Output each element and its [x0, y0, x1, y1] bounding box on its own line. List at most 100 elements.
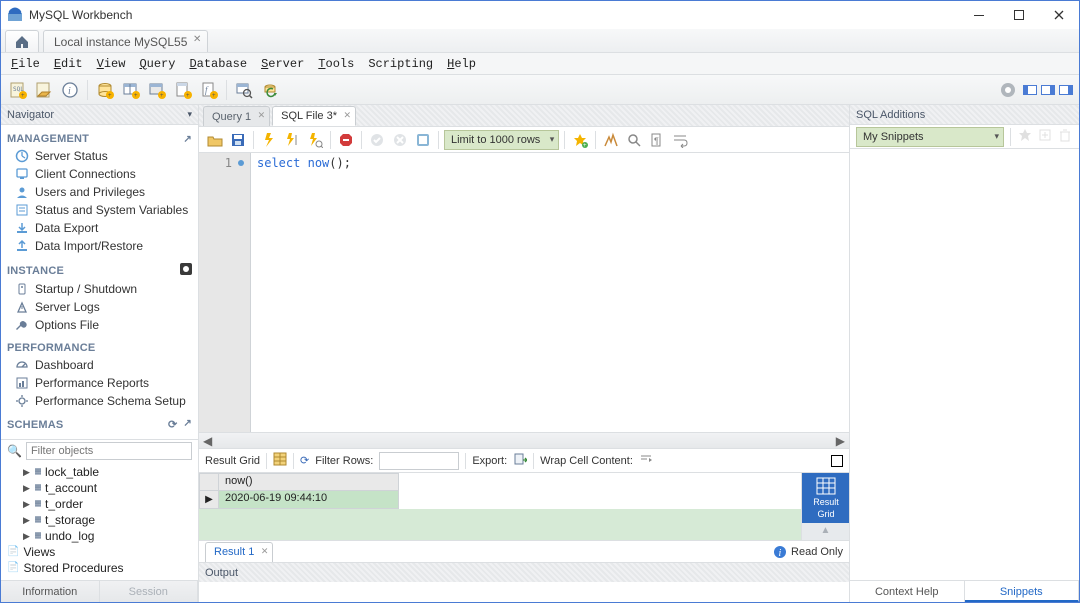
expand-icon[interactable]: ↗: [183, 134, 192, 145]
query-autocommit-button[interactable]: [413, 130, 433, 150]
toolbar-open-sql-button[interactable]: [33, 79, 55, 101]
grid-column-header[interactable]: now(): [219, 473, 399, 491]
scroll-left-icon[interactable]: ◀: [203, 434, 212, 448]
toolbar-toggle-left-panel[interactable]: [1023, 85, 1037, 95]
navigator-tab-session[interactable]: Session: [100, 581, 199, 602]
editor-tab-sqlfile3-close-icon[interactable]: ✕: [343, 110, 351, 121]
query-execute-cursor-button[interactable]: [282, 130, 302, 150]
menu-help[interactable]: Help: [447, 57, 476, 71]
query-commit-button[interactable]: [367, 130, 387, 150]
filter-rows-input[interactable]: [379, 452, 459, 470]
nav-client-connections[interactable]: Client Connections: [7, 165, 192, 183]
toolbar-create-procedure-button[interactable]: +: [172, 79, 194, 101]
svg-text:+: +: [212, 93, 216, 99]
editor-tab-sqlfile3[interactable]: SQL File 3* ✕: [272, 106, 356, 126]
query-stop-button[interactable]: [336, 130, 356, 150]
schema-node-t-order[interactable]: ▶▦t_order: [23, 496, 194, 512]
toolbar-create-schema-button[interactable]: +: [94, 79, 116, 101]
editor-tab-query1[interactable]: Query 1 ✕: [203, 106, 270, 126]
additions-tab-context-help[interactable]: Context Help: [850, 581, 965, 602]
query-invisible-chars-button[interactable]: ¶: [647, 130, 667, 150]
query-open-button[interactable]: [205, 130, 225, 150]
schemas-expand-icon[interactable]: ↗: [183, 418, 192, 431]
nav-data-import[interactable]: Data Import/Restore: [7, 237, 192, 255]
schemas-refresh-icon[interactable]: ⟳: [168, 418, 177, 431]
schema-node-lock-table[interactable]: ▶▦lock_table: [23, 464, 194, 480]
nav-data-export[interactable]: Data Export: [7, 219, 192, 237]
menu-database[interactable]: Database: [189, 57, 247, 71]
menu-scripting[interactable]: Scripting: [368, 57, 433, 71]
schema-node-undo-log[interactable]: ▶▦undo_log: [23, 528, 194, 544]
query-explain-button[interactable]: [305, 130, 325, 150]
window-close-button[interactable]: [1039, 1, 1079, 29]
query-find-button[interactable]: [624, 130, 644, 150]
grid-cell[interactable]: 2020-06-19 09:44:10: [219, 491, 399, 509]
home-tab-button[interactable]: [5, 30, 39, 52]
result-tab-1-close-icon[interactable]: ✕: [261, 546, 269, 557]
editor-h-scrollbar[interactable]: ◀ ▶: [199, 432, 849, 448]
nav-options-file[interactable]: Options File: [7, 316, 192, 334]
result-grid[interactable]: now() ▶ 2020-06-19 09:44:10: [199, 473, 801, 540]
nav-perf-schema-setup[interactable]: Performance Schema Setup: [7, 392, 192, 410]
toolbar-search-table-data-button[interactable]: [233, 79, 255, 101]
window-minimize-button[interactable]: [959, 1, 999, 29]
toolbar-create-view-button[interactable]: +: [146, 79, 168, 101]
snippets-dropdown[interactable]: My Snippets: [856, 127, 1004, 147]
snippet-insert-button[interactable]: [1037, 127, 1053, 146]
toolbar-create-table-button[interactable]: +: [120, 79, 142, 101]
menu-query[interactable]: Query: [139, 57, 175, 71]
additions-tab-snippets[interactable]: Snippets: [965, 581, 1080, 602]
export-icon[interactable]: [513, 452, 527, 469]
result-pin-toggle[interactable]: [831, 455, 843, 467]
nav-startup-shutdown[interactable]: Startup / Shutdown: [7, 280, 192, 298]
query-execute-button[interactable]: [259, 130, 279, 150]
result-view-up-button[interactable]: ▲: [802, 523, 849, 537]
wrap-cell-icon[interactable]: [639, 452, 653, 469]
snippet-add-button[interactable]: [1017, 127, 1033, 146]
scroll-right-icon[interactable]: ▶: [836, 434, 845, 448]
query-favorite-button[interactable]: +: [570, 130, 590, 150]
nav-server-status[interactable]: Server Status: [7, 147, 192, 165]
result-tab-1[interactable]: Result 1 ✕: [205, 542, 273, 562]
schema-filter-input[interactable]: [26, 442, 192, 460]
query-save-button[interactable]: [228, 130, 248, 150]
query-beautify-button[interactable]: [601, 130, 621, 150]
toolbar-reconnect-button[interactable]: [259, 79, 281, 101]
result-grid-icon[interactable]: [273, 452, 287, 469]
toolbar-create-function-button[interactable]: f+: [198, 79, 220, 101]
nav-dashboard[interactable]: Dashboard: [7, 356, 192, 374]
menu-tools[interactable]: Tools: [318, 57, 354, 71]
menu-server[interactable]: Server: [261, 57, 304, 71]
result-refresh-icon[interactable]: ⟳: [300, 454, 309, 467]
connection-tab[interactable]: Local instance MySQL55 ✕: [43, 30, 208, 52]
snippet-delete-button[interactable]: [1057, 127, 1073, 146]
menu-edit[interactable]: Edit: [54, 57, 83, 71]
nav-server-logs[interactable]: Server Logs: [7, 298, 192, 316]
toolbar-toggle-bottom-panel[interactable]: [1041, 85, 1055, 95]
connection-tab-close-icon[interactable]: ✕: [193, 34, 201, 45]
query-limit-dropdown[interactable]: Limit to 1000 rows: [444, 130, 559, 150]
navigator-tab-information[interactable]: Information: [1, 581, 100, 602]
schema-node-t-storage[interactable]: ▶▦t_storage: [23, 512, 194, 528]
schema-tree[interactable]: ▶▦lock_table ▶▦t_account ▶▦t_order ▶▦t_s…: [1, 462, 198, 580]
toolbar-workbench-central-icon[interactable]: [997, 79, 1019, 101]
menu-file[interactable]: File: [11, 57, 40, 71]
result-grid-action-button[interactable]: Result Grid: [802, 473, 850, 523]
schema-node-t-account[interactable]: ▶▦t_account: [23, 480, 194, 496]
window-maximize-button[interactable]: [999, 1, 1039, 29]
nav-status-variables[interactable]: Status and System Variables: [7, 201, 192, 219]
query-wordwrap-button[interactable]: [670, 130, 690, 150]
schema-node-views[interactable]: 📄Views: [7, 544, 194, 560]
menu-view[interactable]: View: [97, 57, 126, 71]
schema-node-stored-procedures[interactable]: 📄Stored Procedures: [7, 560, 194, 576]
toolbar-toggle-right-panel[interactable]: [1059, 85, 1073, 95]
nav-perf-reports[interactable]: Performance Reports: [7, 374, 192, 392]
sql-editor-textarea[interactable]: select now();: [251, 153, 849, 432]
toolbar-new-sql-tab-button[interactable]: SQL+: [7, 79, 29, 101]
navigator-dropdown-icon[interactable]: ▾: [187, 109, 192, 120]
toolbar-inspector-button[interactable]: i: [59, 79, 81, 101]
titlebar: MySQL Workbench: [1, 1, 1079, 29]
nav-users-privileges[interactable]: Users and Privileges: [7, 183, 192, 201]
editor-tab-query1-close-icon[interactable]: ✕: [258, 110, 266, 121]
query-rollback-button[interactable]: [390, 130, 410, 150]
